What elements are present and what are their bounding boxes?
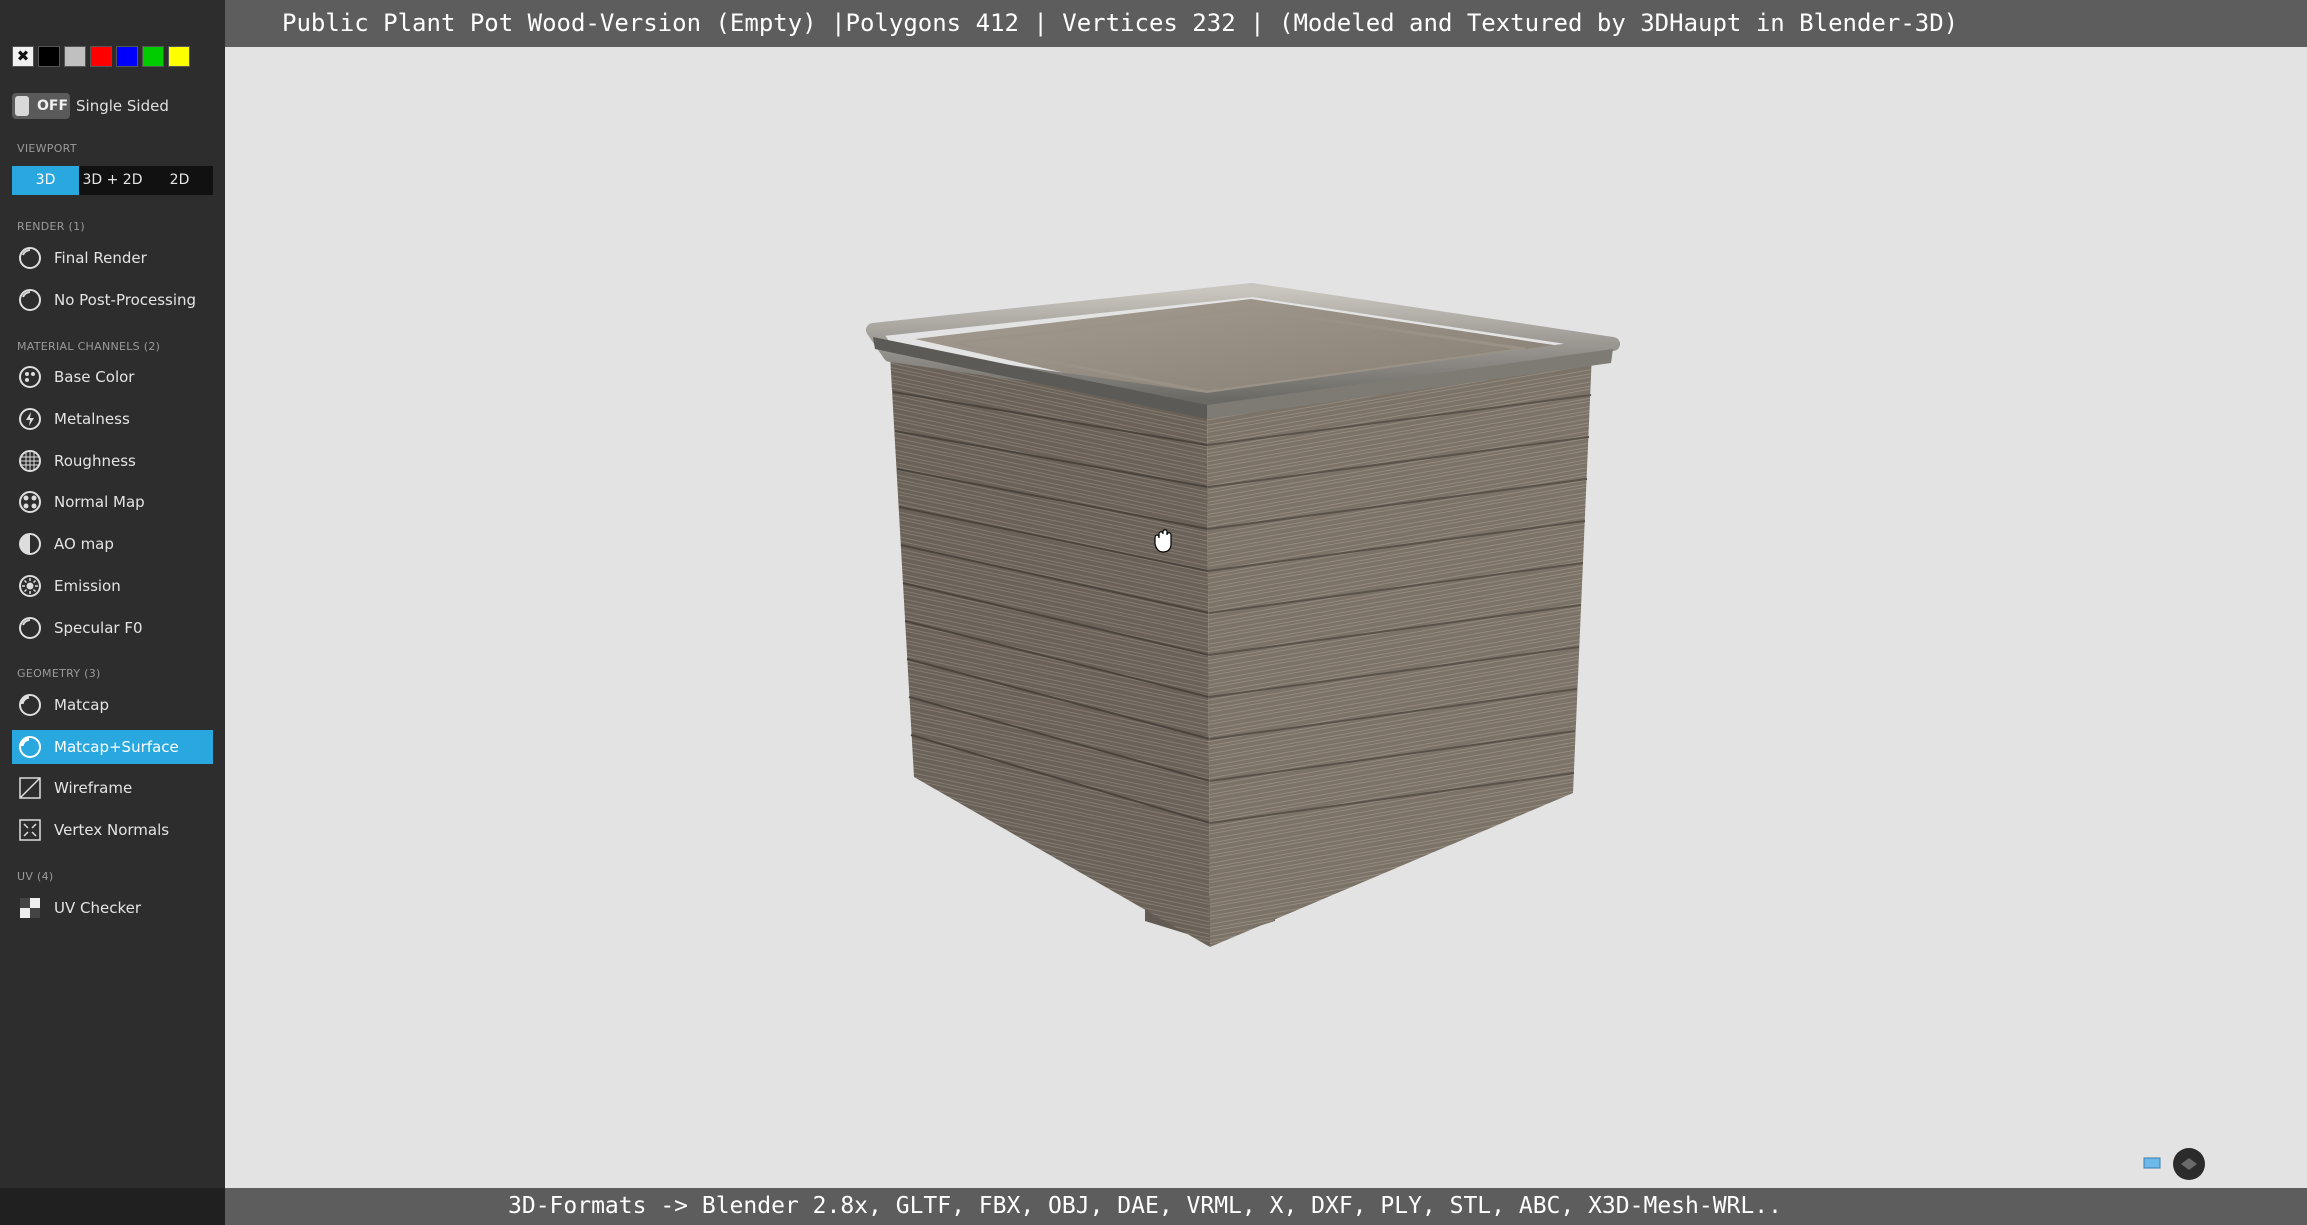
circle-icon: [16, 614, 44, 642]
grid-circle-icon: [16, 447, 44, 475]
vertex-normals-label: Vertex Normals: [54, 821, 170, 839]
specular-f0-button[interactable]: Specular F0: [12, 611, 213, 645]
bolt-icon: [16, 405, 44, 433]
swatch-green[interactable]: [142, 46, 164, 67]
swatch-red[interactable]: [90, 46, 112, 67]
roughness-button[interactable]: Roughness: [12, 444, 213, 478]
plant-pot-model[interactable]: [225, 47, 2307, 1188]
half-circle-icon: [16, 530, 44, 558]
model-title-bar: Public Plant Pot Wood-Version (Empty) |P…: [225, 0, 2307, 47]
no-post-processing-label: No Post-Processing: [54, 291, 197, 309]
ao-map-label: AO map: [54, 535, 114, 553]
swatch-gray[interactable]: [64, 46, 86, 67]
screen-icon[interactable]: [2143, 1157, 2161, 1171]
single-sided-label: Single Sided: [76, 97, 169, 115]
matcap-surface-button[interactable]: Matcap+Surface: [12, 730, 213, 764]
final-render-label: Final Render: [54, 249, 147, 267]
no-post-processing-button[interactable]: No Post-Processing: [12, 283, 213, 317]
metalness-label: Metalness: [54, 410, 130, 428]
geometry-section-label: GEOMETRY (3): [17, 667, 101, 680]
circle-icon: [16, 244, 44, 272]
matcap-button[interactable]: Matcap: [12, 688, 213, 722]
viewport-section-label: VIEWPORT: [17, 142, 77, 155]
palette-icon: [16, 363, 44, 391]
viewport-2d-button[interactable]: 2D: [146, 166, 213, 195]
matcap-icon: [16, 733, 44, 761]
swatch-yellow[interactable]: [168, 46, 190, 67]
matcap-surface-label: Matcap+Surface: [54, 738, 179, 756]
base-color-button[interactable]: Base Color: [12, 360, 213, 394]
viewport-3d-2d-button[interactable]: 3D + 2D: [79, 166, 146, 195]
circle-icon: [16, 286, 44, 314]
roughness-label: Roughness: [54, 452, 136, 470]
pot-left-face: [890, 355, 1211, 947]
viewport-mode-selector: 3D 3D + 2D 2D: [12, 166, 213, 195]
toggle-knob: [15, 96, 29, 116]
normal-map-icon: [16, 488, 44, 516]
formats-bar: 3D-Formats -> Blender 2.8x, GLTF, FBX, O…: [225, 1188, 2307, 1225]
uv-checker-label: UV Checker: [54, 899, 142, 917]
viewport-3d-button[interactable]: 3D: [12, 166, 79, 195]
single-sided-toggle[interactable]: OFF Single Sided: [12, 93, 169, 119]
toggle-state: OFF: [37, 98, 69, 114]
ao-map-button[interactable]: AO map: [12, 527, 213, 561]
base-color-label: Base Color: [54, 368, 135, 386]
vertex-normals-button[interactable]: Vertex Normals: [12, 813, 213, 847]
vertex-normals-icon: [16, 816, 44, 844]
swatch-black[interactable]: [38, 46, 60, 67]
sun-icon: [16, 572, 44, 600]
inspector-sidebar: ✖ OFF Single Sided VIEWPORT 3D 3D + 2D 2…: [0, 0, 225, 1225]
pot-right-face: [1206, 353, 1592, 947]
normal-map-label: Normal Map: [54, 493, 145, 511]
3d-viewport[interactable]: [225, 47, 2307, 1188]
checker-icon: [16, 894, 44, 922]
swatch-blue[interactable]: [116, 46, 138, 67]
metalness-button[interactable]: Metalness: [12, 402, 213, 436]
normal-map-button[interactable]: Normal Map: [12, 485, 213, 519]
swatch-none[interactable]: ✖: [12, 46, 34, 67]
wireframe-button[interactable]: Wireframe: [12, 771, 213, 805]
render-section-label: RENDER (1): [17, 220, 85, 233]
specular-f0-label: Specular F0: [54, 619, 143, 637]
toggle-switch[interactable]: OFF: [12, 93, 70, 119]
uv-checker-button[interactable]: UV Checker: [12, 891, 213, 925]
material-section-label: MATERIAL CHANNELS (2): [17, 340, 161, 353]
navigation-gizmo-icon[interactable]: [2171, 1146, 2207, 1182]
emission-button[interactable]: Emission: [12, 569, 213, 603]
wireframe-color-swatches: ✖: [12, 46, 190, 67]
wireframe-icon: [16, 774, 44, 802]
wireframe-label: Wireframe: [54, 779, 133, 797]
viewport-corner-controls: [2143, 1146, 2207, 1182]
uv-section-label: UV (4): [17, 870, 54, 883]
matcap-label: Matcap: [54, 696, 109, 714]
matcap-icon: [16, 691, 44, 719]
bottom-left-strip: [0, 1188, 225, 1225]
final-render-button[interactable]: Final Render: [12, 241, 213, 275]
emission-label: Emission: [54, 577, 121, 595]
